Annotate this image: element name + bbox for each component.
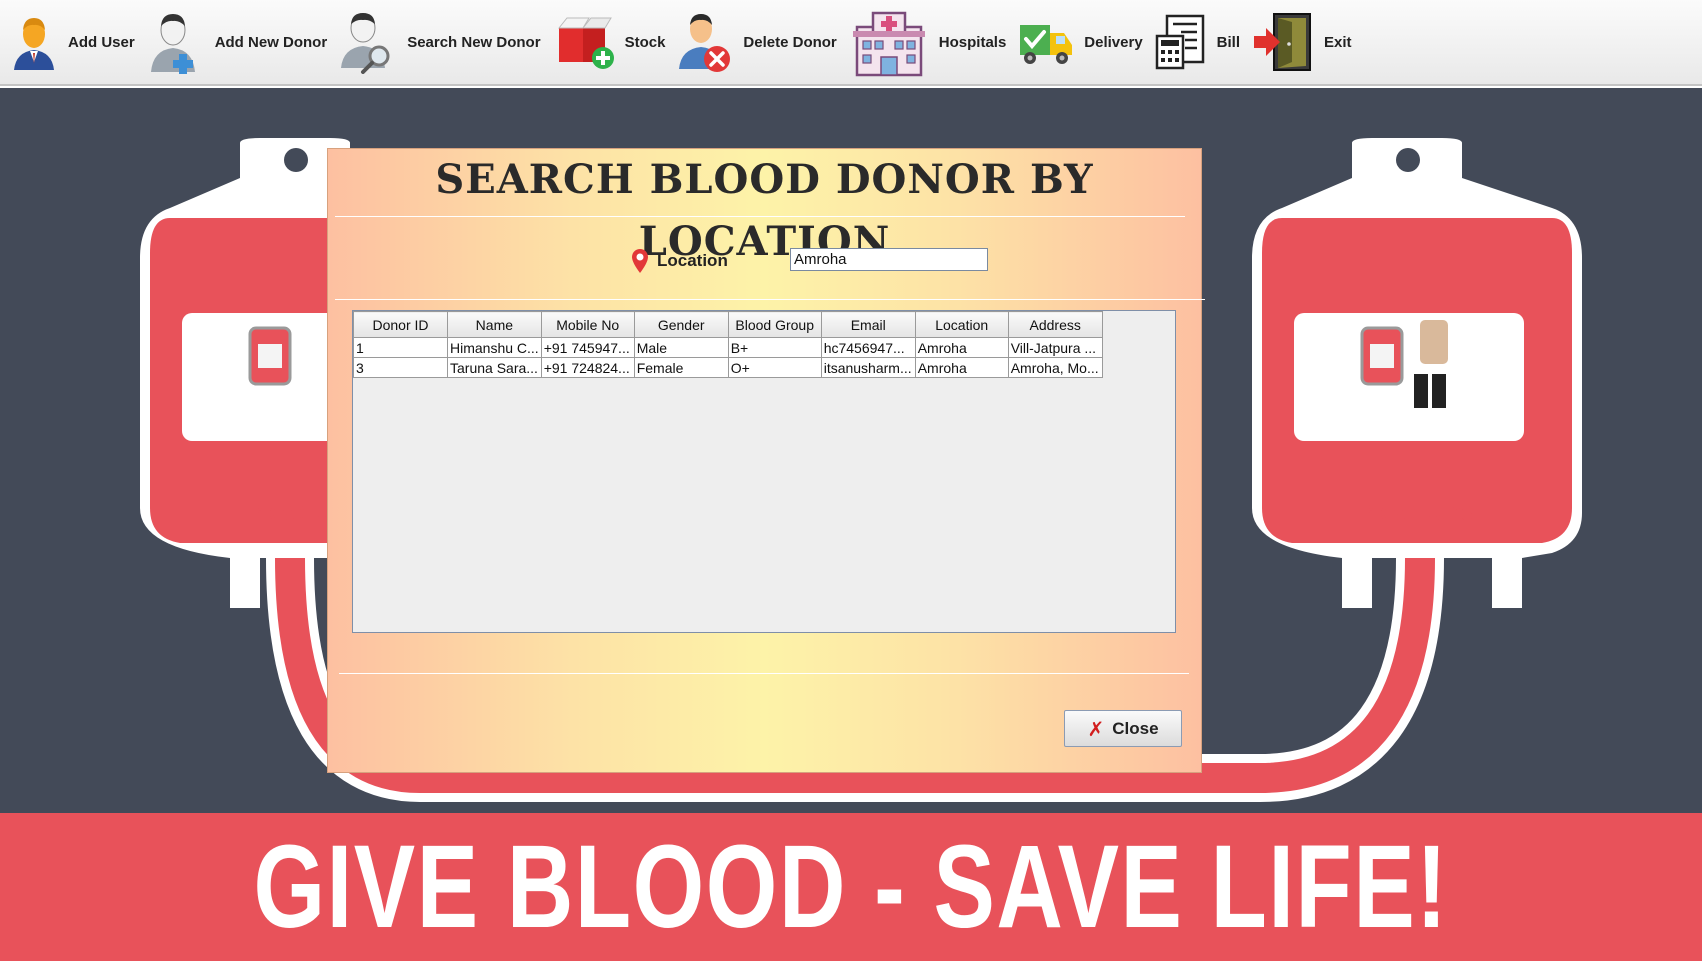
location-input[interactable]	[790, 248, 988, 271]
bill-label: Bill	[1216, 33, 1241, 51]
delivery-button[interactable]: Delivery	[1018, 2, 1143, 82]
brand-logo-right: BloodRuns	[1359, 496, 1474, 526]
brand-logo-left: BloodRu	[248, 496, 338, 526]
cell-blood-group[interactable]: O+	[727, 357, 822, 378]
donor-table-scrollpane[interactable]: Donor ID Name Mobile No Gender Blood Gro…	[352, 310, 1176, 633]
table-row[interactable]: 3 Taruna Sara... +91 724824... Female O+…	[353, 357, 1103, 378]
search-divider	[335, 299, 1205, 300]
close-icon: ✗	[1087, 716, 1105, 741]
cell-donor-id[interactable]: 3	[353, 357, 448, 378]
column-header-name[interactable]: Name	[447, 311, 542, 338]
add-new-donor-button[interactable]: Add New Donor	[147, 2, 328, 82]
delivery-label: Delivery	[1084, 33, 1143, 51]
column-header-address[interactable]: Address	[1007, 311, 1103, 338]
delete-donor-label: Delete Donor	[743, 33, 837, 51]
column-header-donor-id[interactable]: Donor ID	[353, 311, 448, 338]
add-donor-icon	[150, 14, 195, 74]
cell-name[interactable]: Himanshu C...	[447, 337, 542, 358]
search-donor-dialog: SEARCH BLOOD DONOR BY LOCATION Location …	[327, 148, 1205, 773]
cell-blood-group[interactable]: B+	[727, 337, 822, 358]
exit-door-icon	[1254, 13, 1312, 71]
table-row[interactable]: 1 Himanshu C... +91 745947... Male B+ hc…	[353, 337, 1103, 358]
column-header-gender[interactable]: Gender	[633, 311, 729, 338]
cell-location[interactable]: Amroha	[914, 337, 1009, 358]
column-header-blood-group[interactable]: Blood Group	[727, 311, 822, 338]
main-toolbar: Add User Add New Donor Search New Donor	[0, 0, 1702, 86]
delete-donor-button[interactable]: Delete Donor	[677, 2, 837, 82]
close-button[interactable]: ✗ Close	[1064, 710, 1182, 747]
add-new-donor-label: Add New Donor	[214, 33, 328, 51]
add-user-label: Add User	[68, 33, 135, 51]
cell-mobile[interactable]: +91 745947...	[540, 337, 635, 358]
footer-divider	[339, 673, 1189, 674]
location-pin-icon	[632, 249, 648, 273]
cell-address[interactable]: Amroha, Mo...	[1007, 357, 1103, 378]
stock-label: Stock	[624, 33, 666, 51]
bill-icon	[1155, 14, 1204, 70]
exit-label: Exit	[1324, 33, 1352, 51]
stock-box-icon	[557, 17, 614, 69]
right-blood-bag	[1252, 138, 1582, 608]
cell-gender[interactable]: Male	[633, 337, 729, 358]
table-header-row: Donor ID Name Mobile No Gender Blood Gro…	[353, 311, 1103, 338]
column-header-mobile[interactable]: Mobile No	[540, 311, 635, 338]
donor-table: Donor ID Name Mobile No Gender Blood Gro…	[353, 311, 1103, 378]
location-label: Location	[657, 251, 728, 270]
hospitals-label: Hospitals	[938, 33, 1007, 51]
cell-email[interactable]: hc7456947...	[820, 337, 916, 358]
cell-location[interactable]: Amroha	[914, 357, 1009, 378]
cell-address[interactable]: Vill-Jatpura ...	[1007, 337, 1103, 358]
search-donor-icon	[341, 13, 390, 74]
add-user-button[interactable]: Add User	[10, 2, 135, 82]
location-label-group: Location	[631, 249, 728, 273]
column-header-location[interactable]: Location	[914, 311, 1009, 338]
hospital-icon	[852, 11, 925, 77]
title-divider	[335, 216, 1185, 217]
cell-name[interactable]: Taruna Sara...	[447, 357, 542, 378]
hospitals-button[interactable]: Hospitals	[849, 2, 1007, 82]
cell-mobile[interactable]: +91 724824...	[540, 357, 635, 378]
search-new-donor-label: Search New Donor	[407, 33, 541, 51]
user-icon	[14, 18, 54, 70]
close-label: Close	[1112, 718, 1159, 738]
column-header-email[interactable]: Email	[820, 311, 916, 338]
slogan-banner: GIVE BLOOD - SAVE LIFE!	[0, 813, 1702, 961]
bill-button[interactable]: Bill	[1155, 2, 1240, 82]
cell-gender[interactable]: Female	[633, 357, 729, 378]
slogan-text: GIVE BLOOD - SAVE LIFE!	[253, 821, 1449, 953]
search-new-donor-button[interactable]: Search New Donor	[339, 2, 541, 82]
cell-donor-id[interactable]: 1	[353, 337, 448, 358]
stock-button[interactable]: Stock	[553, 2, 666, 82]
delivery-truck-icon	[1020, 25, 1073, 64]
exit-button[interactable]: Exit	[1252, 2, 1352, 82]
delete-donor-icon	[679, 14, 731, 72]
dialog-title: SEARCH BLOOD DONOR BY LOCATION	[435, 156, 1094, 265]
cell-email[interactable]: itsanusharm...	[820, 357, 916, 378]
